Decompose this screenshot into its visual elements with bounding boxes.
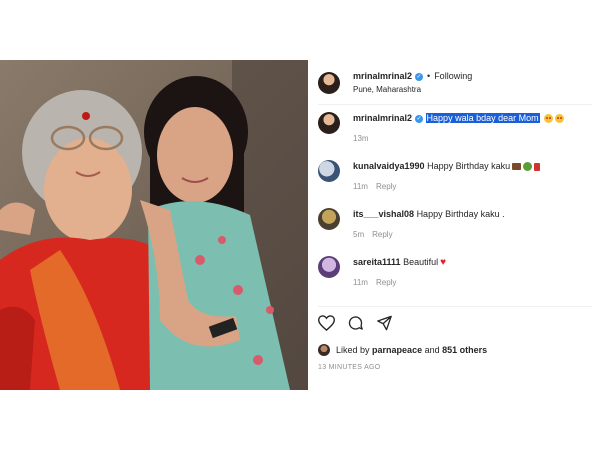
comment-time: 5m xyxy=(353,230,365,239)
comment-username[interactable]: its___vishal08 xyxy=(353,209,414,219)
smiling-face-with-hearts-icon xyxy=(555,114,565,124)
separator-dot: • xyxy=(427,71,431,81)
following-button[interactable]: Following xyxy=(434,71,472,81)
smiling-face-with-hearts-icon xyxy=(544,114,554,124)
gift-icon xyxy=(534,162,541,171)
post-header: mrinalmrinal2 ✓ • Following Pune, Maharasht… xyxy=(318,66,593,100)
post-actions xyxy=(318,315,393,331)
reply-button[interactable]: Reply xyxy=(376,278,396,287)
post-timestamp: 13 MINUTES AGO xyxy=(318,364,381,371)
likes-connector: and xyxy=(424,345,440,355)
comment-text: Happy Birthday kaku xyxy=(427,161,511,171)
caption-avatar[interactable] xyxy=(318,112,340,134)
reply-button[interactable]: Reply xyxy=(376,182,396,191)
comment-avatar[interactable] xyxy=(318,208,340,230)
red-heart-icon: ♥ xyxy=(440,257,447,269)
author-avatar[interactable] xyxy=(318,72,340,94)
share-icon[interactable] xyxy=(376,315,393,331)
comment-item: sareita1111 Beautiful ♥ 11m Reply xyxy=(318,256,593,289)
liker-username[interactable]: parnapeace xyxy=(372,345,422,355)
caption: mrinalmrinal2 ✓ Happy wala bday dear Mom … xyxy=(318,112,593,145)
comment-username[interactable]: sareita1111 xyxy=(353,257,401,267)
cake-icon xyxy=(512,163,522,171)
bouquet-icon xyxy=(523,162,533,172)
like-heart-icon[interactable] xyxy=(318,315,335,331)
likes-prefix: Liked by xyxy=(336,345,370,355)
verified-badge-icon: ✓ xyxy=(415,114,424,123)
comment-avatar[interactable] xyxy=(318,256,340,278)
caption-text: Happy wala bday dear Mom xyxy=(425,113,540,123)
instagram-post: mrinalmrinal2 ✓ • Following Pune, Maharasht… xyxy=(0,60,600,390)
comment-username[interactable]: kunalvaidya1990 xyxy=(353,161,425,171)
reply-button[interactable]: Reply xyxy=(372,230,392,239)
caption-time: 13m xyxy=(353,134,369,143)
comment-time: 11m xyxy=(353,182,368,191)
comment-item: its___vishal08 Happy Birthday kaku . 5m R… xyxy=(318,208,593,241)
author-username[interactable]: mrinalmrinal2 xyxy=(353,71,412,81)
post-photo[interactable] xyxy=(0,60,308,390)
post-location[interactable]: Pune, Maharashtra xyxy=(353,83,472,96)
comment-text: Happy Birthday kaku . xyxy=(416,209,505,219)
comment-icon[interactable] xyxy=(347,315,364,331)
author-info: mrinalmrinal2 ✓ • Following Pune, Maharasht… xyxy=(353,70,472,96)
post-sidebar: mrinalmrinal2 ✓ • Following Pune, Maharasht… xyxy=(308,60,600,390)
liker-avatar[interactable] xyxy=(318,344,330,356)
post-photo-illustration xyxy=(0,60,308,390)
comment-time: 11m xyxy=(353,278,368,287)
caption-username[interactable]: mrinalmrinal2 xyxy=(353,113,412,123)
comment-avatar[interactable] xyxy=(318,160,340,182)
actions-divider xyxy=(318,306,592,307)
comment-item: kunalvaidya1990 Happy Birthday kaku 11m R… xyxy=(318,160,593,193)
likes-summary: Liked by parnapeace and 851 others xyxy=(318,344,487,356)
verified-badge-icon: ✓ xyxy=(415,72,424,81)
comment-text: Beautiful xyxy=(403,257,439,267)
header-divider xyxy=(318,104,592,105)
likes-others[interactable]: 851 others xyxy=(442,345,487,355)
